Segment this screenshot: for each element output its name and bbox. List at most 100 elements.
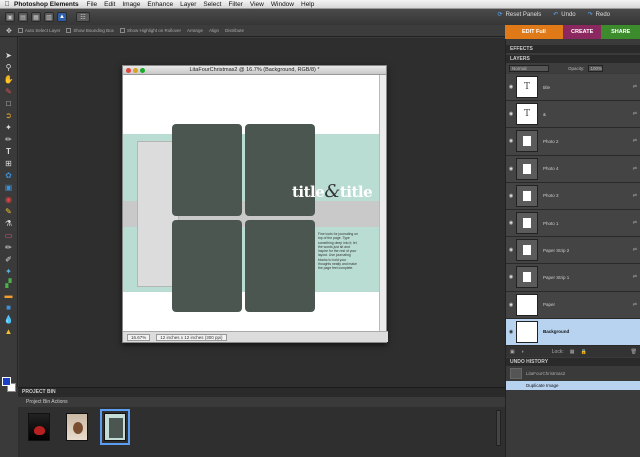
bounding-box-checkbox[interactable]: Show Bounding Box bbox=[66, 28, 114, 33]
zoom-level[interactable]: 16.67% bbox=[127, 333, 151, 341]
layer-row[interactable]: ◉ Ttitle ⇄ bbox=[506, 74, 640, 102]
sponge-tool-icon[interactable]: ▲ bbox=[4, 327, 14, 336]
foreground-color-swatch[interactable] bbox=[2, 377, 11, 386]
distribute-dropdown[interactable]: Distribute bbox=[225, 28, 244, 33]
layer-row[interactable]: ◉ Paper Strip 2 ⇄ bbox=[506, 237, 640, 265]
reset-panels-button[interactable]: ⟳ Reset Panels bbox=[498, 11, 542, 18]
pencil-tool-icon[interactable]: ✏ bbox=[4, 243, 14, 252]
new-layer-icon[interactable]: ▣ bbox=[510, 349, 515, 355]
link-icon[interactable]: ⇄ bbox=[633, 274, 637, 280]
move-tool-icon[interactable]: ➤ bbox=[4, 51, 14, 60]
link-icon[interactable]: ⇄ bbox=[633, 138, 637, 144]
align-dropdown[interactable]: Align bbox=[209, 28, 219, 33]
save-icon[interactable]: ▦ bbox=[31, 12, 41, 22]
menu-app-name[interactable]: Photoshop Elements bbox=[14, 1, 79, 8]
menu-enhance[interactable]: Enhance bbox=[147, 1, 173, 8]
journaling-text[interactable]: Fine tools for journaling on top of the … bbox=[318, 232, 358, 271]
photo-slot-1[interactable] bbox=[172, 124, 242, 216]
visibility-eye-icon[interactable]: ◉ bbox=[506, 111, 516, 117]
blur-tool-icon[interactable]: 💧 bbox=[4, 315, 14, 324]
paint-bucket-icon[interactable]: ▞ bbox=[4, 279, 14, 288]
layer-row[interactable]: ◉ Photo 2 ⇄ bbox=[506, 128, 640, 156]
visibility-eye-icon[interactable]: ◉ bbox=[506, 247, 516, 253]
menu-select[interactable]: Select bbox=[203, 1, 221, 8]
layers-panel-header[interactable]: LAYERS bbox=[506, 55, 640, 63]
layer-row[interactable]: ◉ Photo 1 ⇄ bbox=[506, 209, 640, 238]
bin-thumbnail-3[interactable] bbox=[100, 409, 130, 445]
bin-thumbnail-1[interactable] bbox=[28, 413, 50, 441]
project-bin-header[interactable]: PROJECT BIN bbox=[18, 388, 505, 397]
menu-file[interactable]: File bbox=[87, 1, 97, 8]
delete-layer-icon[interactable]: 🗑 bbox=[631, 349, 637, 355]
lock-transparency-icon[interactable]: ▦ bbox=[570, 349, 575, 355]
arrange-icon[interactable]: ☷ bbox=[76, 12, 90, 22]
bin-scrollbar[interactable] bbox=[496, 410, 501, 446]
canvas-title-text[interactable]: title&title bbox=[292, 181, 373, 202]
print-icon[interactable]: ▧ bbox=[44, 12, 54, 22]
close-icon[interactable] bbox=[126, 68, 131, 73]
effects-panel-header[interactable]: EFFECTS bbox=[506, 45, 640, 53]
document-size[interactable]: 12 inches x 12 inches (300 ppi) bbox=[156, 333, 227, 341]
link-icon[interactable]: ⇄ bbox=[633, 247, 637, 253]
adjustment-layer-icon[interactable]: ◑ bbox=[521, 349, 524, 355]
document-titlebar[interactable]: LitaFourChristmas2 @ 16.7% (Background, … bbox=[123, 66, 386, 75]
clone-stamp-icon[interactable]: ⚗ bbox=[4, 219, 14, 228]
minimize-icon[interactable] bbox=[133, 68, 138, 73]
layer-row[interactable]: ◉ Paper Strip 1 ⇄ bbox=[506, 264, 640, 292]
apple-icon[interactable]:  bbox=[0, 1, 14, 8]
lasso-tool-icon[interactable]: ➲ bbox=[4, 111, 14, 120]
tab-share[interactable]: SHARE bbox=[601, 25, 640, 39]
visibility-eye-icon[interactable]: ◉ bbox=[506, 193, 516, 199]
menu-image[interactable]: Image bbox=[122, 1, 140, 8]
blend-mode-select[interactable]: Normal bbox=[509, 64, 549, 72]
layer-row[interactable]: ◉ Paper ⇄ bbox=[506, 291, 640, 319]
menu-edit[interactable]: Edit bbox=[104, 1, 115, 8]
straighten-tool-icon[interactable]: ▣ bbox=[4, 183, 14, 192]
type-tool-icon[interactable]: T bbox=[4, 147, 14, 156]
undo-item-open[interactable]: LitaFourChristmas2 bbox=[506, 366, 640, 381]
highlight-checkbox[interactable]: Show Highlight on Rollover bbox=[119, 28, 181, 33]
cookie-cutter-icon[interactable]: ✿ bbox=[4, 171, 14, 180]
organizer-icon[interactable]: ▲ bbox=[57, 12, 67, 22]
visibility-eye-icon[interactable]: ◉ bbox=[506, 220, 516, 226]
layer-row[interactable]: ◉ Photo 4 ⇄ bbox=[506, 155, 640, 183]
undo-button[interactable]: ↶ Undo bbox=[553, 11, 575, 18]
gradient-tool-icon[interactable]: ▬ bbox=[4, 291, 14, 300]
photo-slot-3[interactable] bbox=[172, 220, 242, 312]
brush-tool-icon[interactable]: ✐ bbox=[4, 255, 14, 264]
link-icon[interactable]: ⇄ bbox=[633, 302, 637, 308]
tab-create[interactable]: CREATE bbox=[562, 25, 602, 39]
hand-tool-icon[interactable]: ✋ bbox=[4, 75, 14, 84]
layer-row[interactable]: ◉ Photo 3 ⇄ bbox=[506, 182, 640, 210]
marquee-tool-icon[interactable]: □ bbox=[4, 99, 14, 108]
menu-filter[interactable]: Filter bbox=[228, 1, 242, 8]
visibility-eye-icon[interactable]: ◉ bbox=[506, 274, 516, 280]
link-icon[interactable]: ⇄ bbox=[633, 166, 637, 172]
redo-button[interactable]: ↷ Redo bbox=[588, 11, 610, 18]
eraser-tool-icon[interactable]: ▭ bbox=[4, 231, 14, 240]
red-eye-tool-icon[interactable]: ◉ bbox=[4, 195, 14, 204]
lock-all-icon[interactable]: 🔒 bbox=[580, 349, 586, 355]
opacity-field[interactable]: 100% bbox=[587, 64, 603, 72]
spot-healing-icon[interactable]: ✎ bbox=[4, 207, 14, 216]
arrange-dropdown[interactable]: Arrange bbox=[187, 28, 203, 33]
undo-history-header[interactable]: UNDO HISTORY bbox=[506, 358, 640, 366]
photo-slot-4[interactable] bbox=[245, 220, 315, 312]
vertical-scrollbar[interactable] bbox=[379, 75, 386, 332]
open-icon[interactable]: ▤ bbox=[18, 12, 28, 22]
layer-row[interactable]: ◉ T & ⇄ bbox=[506, 101, 640, 129]
link-icon[interactable]: ⇄ bbox=[633, 193, 637, 199]
smart-brush-icon[interactable]: ✦ bbox=[4, 267, 14, 276]
crop-tool-icon[interactable]: ⊞ bbox=[4, 159, 14, 168]
project-bin-actions[interactable]: Project Bin Actions bbox=[18, 397, 505, 407]
link-icon[interactable]: ⇄ bbox=[633, 84, 637, 90]
bin-thumbnail-2[interactable] bbox=[66, 413, 88, 441]
zoom-window-icon[interactable] bbox=[140, 68, 145, 73]
visibility-eye-icon[interactable]: ◉ bbox=[506, 166, 516, 172]
shape-tool-icon[interactable]: ■ bbox=[4, 303, 14, 312]
menu-layer[interactable]: Layer bbox=[180, 1, 196, 8]
link-icon[interactable]: ⇄ bbox=[633, 111, 637, 117]
color-swatches[interactable] bbox=[2, 377, 16, 393]
tab-edit-full[interactable]: EDIT Full bbox=[505, 25, 563, 39]
menu-view[interactable]: View bbox=[250, 1, 264, 8]
